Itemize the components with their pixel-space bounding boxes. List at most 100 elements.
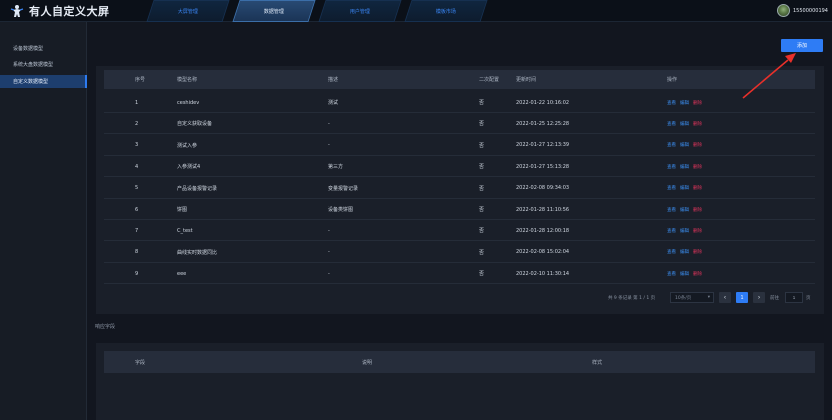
edit-link[interactable]: 编辑	[680, 142, 689, 148]
edit-link[interactable]: 编辑	[680, 271, 689, 277]
edit-link[interactable]: 编辑	[680, 100, 689, 106]
cell-index: 5	[135, 185, 139, 192]
table-row: 5 产品设备报警记录 变量报警记录 否 2022-02-08 09:34:03 查看 编辑删…	[104, 178, 815, 199]
view-link[interactable]: 查看	[667, 271, 676, 277]
sidebar-item-custom-model[interactable]: 自定义数据模型	[0, 75, 87, 88]
page-size-value: 10条/页	[675, 295, 692, 301]
cell-index: 4	[135, 163, 139, 170]
table-row: 6 饼图 设备类饼图 否 2022-01-28 11:10:56 查看 编辑 删除	[104, 199, 815, 220]
cell-model-name: 曲线实时数据同比	[177, 249, 218, 256]
goto-label: 前往	[770, 295, 779, 301]
current-page-button[interactable]: 1	[736, 292, 748, 303]
goto-page-input[interactable]	[785, 292, 803, 303]
col-actions: 操作	[667, 77, 678, 83]
edit-link[interactable]: 编辑	[680, 207, 689, 213]
tab-template-market[interactable]: 模板市场	[404, 0, 488, 22]
delete-link[interactable]: 删除	[693, 100, 702, 106]
user-menu[interactable]: 15500000194	[777, 4, 828, 17]
cell-secondary-config: 否	[479, 185, 485, 192]
table-row: 9 eee - 否 2022-02-10 11:30:14 查看 编辑 删除	[104, 263, 815, 285]
row-actions: 查看 编辑 删除	[667, 199, 702, 220]
next-page-button[interactable]: ›	[753, 292, 765, 303]
table-header: 序号 模型名称 描述 二次配置 更新时间 操作	[104, 70, 815, 89]
cell-secondary-config: 否	[479, 121, 485, 128]
cell-update-time: 2022-02-10 11:30:14	[516, 270, 570, 277]
sidebar-item-device-model[interactable]: 设备数据模型	[0, 42, 87, 55]
tab-data-management[interactable]: 数据管理	[232, 0, 316, 22]
delete-link[interactable]: 删除	[693, 142, 702, 148]
cell-update-time: 2022-01-28 11:10:56	[516, 206, 570, 213]
view-link[interactable]: 查看	[667, 100, 676, 106]
tab-screen-management[interactable]: 大屏管理	[146, 0, 230, 22]
cell-index: 7	[135, 227, 139, 234]
cell-index: 1	[135, 99, 139, 106]
cell-secondary-config: 否	[479, 100, 485, 106]
cell-model-name: 测试入参	[177, 142, 198, 149]
cell-description: -	[328, 142, 330, 149]
view-link[interactable]: 查看	[667, 228, 676, 234]
view-link[interactable]: 查看	[667, 164, 676, 170]
tab-label: 用户管理	[349, 8, 370, 15]
cell-secondary-config: 否	[479, 207, 485, 213]
cell-description: 第三方	[328, 164, 344, 171]
row-actions: 查看 编辑 删除	[667, 135, 702, 156]
page-size-select[interactable]: 10条/页 ▾	[670, 292, 714, 303]
edit-link[interactable]: 编辑	[680, 164, 689, 170]
view-link[interactable]: 查看	[667, 121, 676, 127]
row-actions: 查看 编辑 删除	[667, 178, 702, 199]
view-link[interactable]: 查看	[667, 142, 676, 148]
edit-link[interactable]: 编辑	[680, 249, 689, 255]
fields-table-header: 字段 说明 样式	[104, 351, 815, 373]
cell-model-name: ceshidev	[177, 99, 200, 106]
sidebar-item-label: 自定义数据模型	[13, 79, 49, 85]
cell-secondary-config: 否	[479, 142, 485, 149]
delete-link[interactable]: 删除	[693, 249, 702, 255]
cell-secondary-config: 否	[479, 271, 485, 278]
cell-description: -	[328, 227, 330, 234]
fields-section-title: 响应字段	[95, 324, 116, 330]
logo[interactable]: 有人自定义大屏	[10, 3, 110, 19]
delete-link[interactable]: 删除	[693, 121, 702, 127]
col-update-time: 更新时间	[516, 77, 537, 83]
edit-link[interactable]: 编辑	[680, 121, 689, 127]
row-actions: 查看 编辑 删除	[667, 156, 702, 177]
prev-page-button[interactable]: ‹	[719, 292, 731, 303]
table-row: 4 入参测试4 第三方 否 2022-01-27 15:13:28 查看 编辑 删除	[104, 156, 815, 178]
table-row: 3 测试入参 - 否 2022-01-27 12:13:39 查看 编辑 删除	[104, 135, 815, 156]
col-secondary-config: 二次配置	[479, 77, 500, 83]
cell-update-time: 2022-02-08 15:02:04	[516, 249, 570, 256]
tab-label: 大屏管理	[177, 8, 198, 15]
edit-link[interactable]: 编辑	[680, 228, 689, 234]
row-actions: 查看 编辑 删除	[667, 113, 702, 134]
view-link[interactable]: 查看	[667, 207, 676, 213]
delete-link[interactable]: 删除	[693, 207, 702, 213]
tab-label: 数据管理	[263, 8, 284, 15]
cell-secondary-config: 否	[479, 249, 485, 256]
cell-model-name: 自定义获取设备	[177, 121, 213, 128]
delete-link[interactable]: 删除	[693, 271, 702, 277]
cell-model-name: 饼图	[177, 207, 188, 213]
table-row: 8 曲线实时数据同比 - 否 2022-02-08 15:02:04 查看 编辑 删除	[104, 242, 815, 263]
sidebar-item-label: 设备数据模型	[13, 46, 44, 52]
cell-update-time: 2022-02-08 09:34:03	[516, 185, 570, 192]
view-link[interactable]: 查看	[667, 185, 676, 191]
cell-update-time: 2022-01-22 10:16:02	[516, 99, 570, 106]
delete-link[interactable]: 删除	[693, 164, 702, 170]
sidebar-item-system-model[interactable]: 系统大盘数据模型	[0, 58, 87, 71]
goto-suffix: 页	[806, 295, 811, 301]
delete-link[interactable]: 删除	[693, 185, 702, 191]
cell-description: 测试	[328, 100, 339, 106]
cell-description: 变量报警记录	[328, 185, 359, 192]
tab-label: 模板市场	[435, 8, 456, 15]
sidebar-item-label: 系统大盘数据模型	[13, 62, 54, 68]
avatar[interactable]	[777, 4, 790, 17]
col-model-name: 模型名称	[177, 77, 198, 83]
cell-index: 2	[135, 120, 139, 127]
col-field: 字段	[135, 359, 146, 366]
delete-link[interactable]: 删除	[693, 228, 702, 234]
col-field-style: 样式	[592, 359, 603, 366]
add-button[interactable]: 添加	[781, 39, 823, 52]
edit-link[interactable]: 编辑	[680, 185, 689, 191]
view-link[interactable]: 查看	[667, 249, 676, 255]
tab-user-management[interactable]: 用户管理	[318, 0, 402, 22]
